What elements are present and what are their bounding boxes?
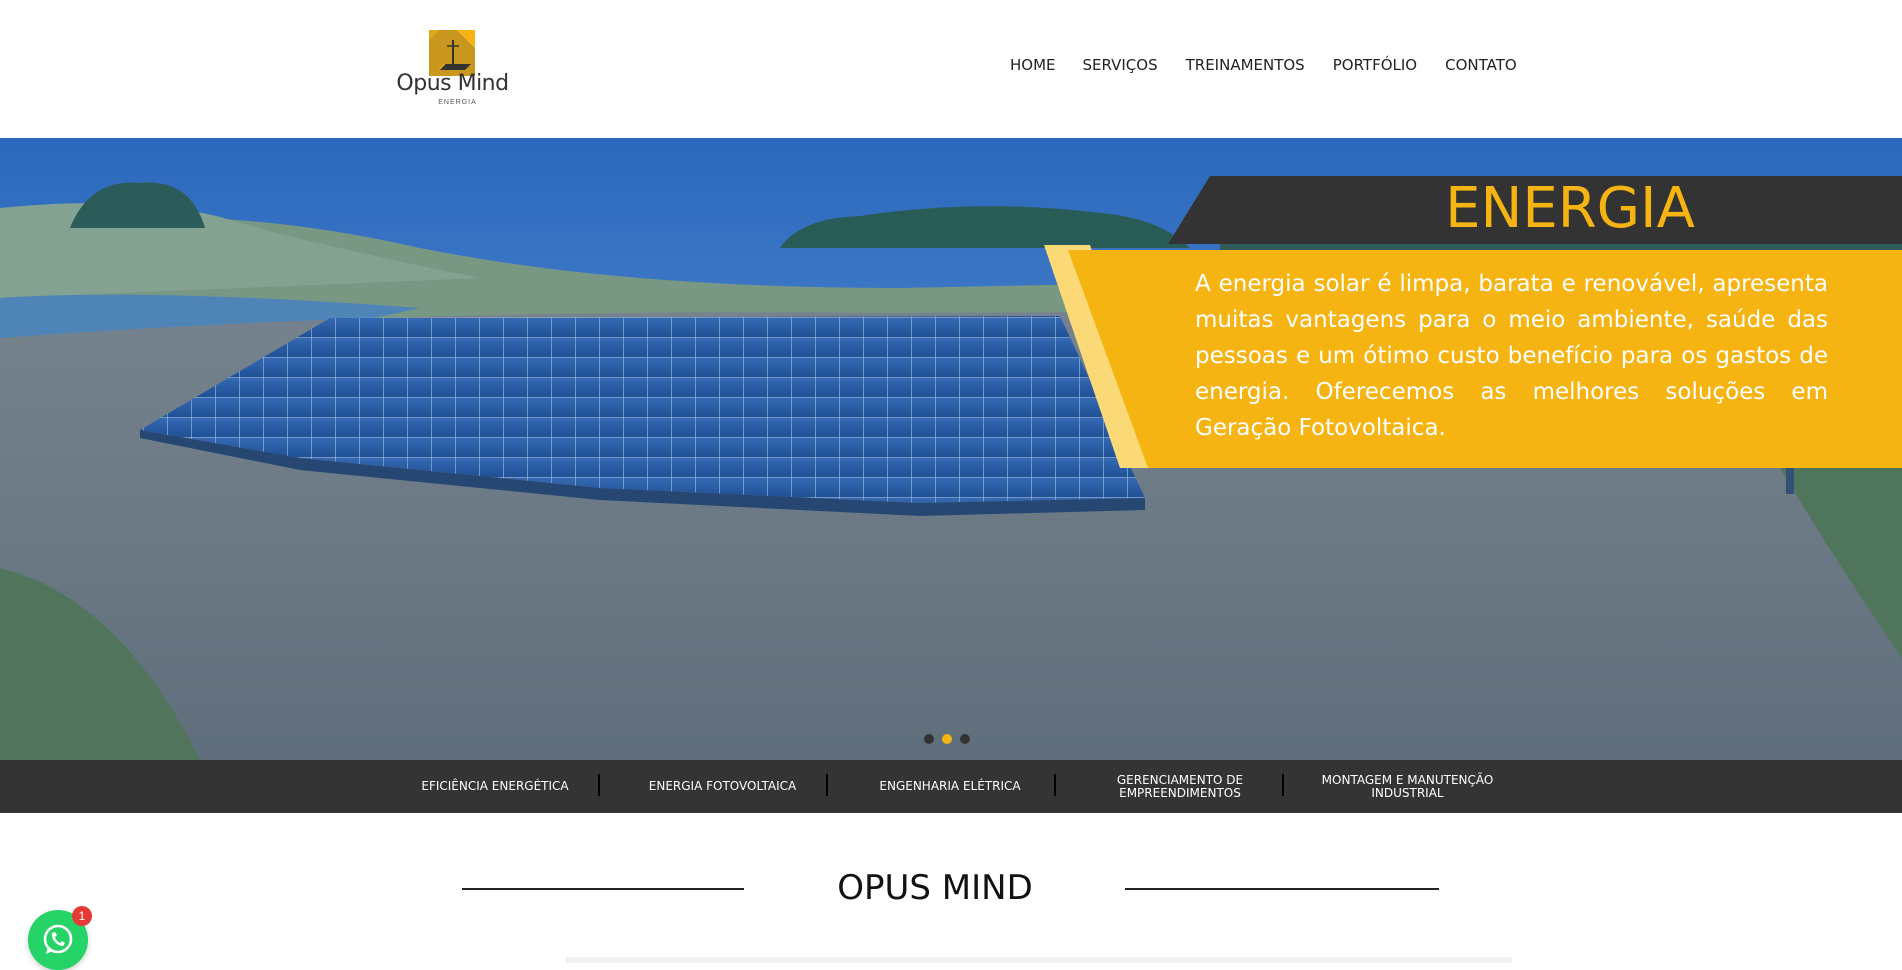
service-divider <box>1054 774 1056 796</box>
nav-home-label: HOME <box>1010 56 1056 74</box>
nav-portfolio[interactable]: PORTFÓLIO <box>1333 56 1417 74</box>
service-montagem-manutencao[interactable]: MONTAGEM E MANUTENÇÃO INDUSTRIAL <box>1310 760 1505 813</box>
slider-dots <box>924 734 978 744</box>
nav-home[interactable]: HOME <box>1000 54 1066 76</box>
whatsapp-notification-badge: 1 <box>72 906 92 926</box>
service-engenharia-eletrica[interactable]: ENGENHARIA ELÉTRICA <box>870 760 1030 813</box>
slider-dot-1[interactable] <box>924 734 934 744</box>
hero-text: A energia solar é limpa, barata e renová… <box>1195 271 1828 441</box>
about-title-line-right <box>1125 888 1439 890</box>
main-nav: HOME SERVIÇOS TREINAMENTOS PORTFÓLIO CON… <box>1000 54 1545 76</box>
about-content-strip <box>565 957 1512 963</box>
site-header: Opus Mind ENERGIA HOME SERVIÇOS TREINAME… <box>0 0 1902 138</box>
whatsapp-icon <box>43 924 73 954</box>
service-gerenciamento-empreendimentos[interactable]: GERENCIAMENTO DE EMPREENDIMENTOS <box>1100 760 1260 813</box>
service-energia-fotovoltaica[interactable]: ENERGIA FOTOVOLTAICA <box>640 760 805 813</box>
service-eficiencia-energetica[interactable]: EFICIÊNCIA ENERGÉTICA <box>415 760 575 813</box>
about-title-line-left <box>462 888 744 890</box>
service-divider <box>1282 774 1284 796</box>
nav-servicos[interactable]: SERVIÇOS <box>1083 56 1158 74</box>
hero-slider: ENERGIA A energia solar é limpa, barata … <box>0 138 1902 760</box>
about-title: OPUS MIND <box>837 868 1033 908</box>
logo-name: Opus Mind <box>396 71 509 96</box>
nav-contato[interactable]: CONTATO <box>1445 56 1517 74</box>
services-bar: EFICIÊNCIA ENERGÉTICA ENERGIA FOTOVOLTAI… <box>0 760 1902 813</box>
service-divider <box>826 774 828 796</box>
hero-heading: ENERGIA <box>1445 176 1695 241</box>
service-divider <box>598 774 600 796</box>
nav-treinamentos[interactable]: TREINAMENTOS <box>1186 56 1305 74</box>
slider-dot-3[interactable] <box>960 734 970 744</box>
slider-dot-2[interactable] <box>942 734 952 744</box>
logo-tagline: ENERGIA <box>438 99 477 106</box>
site-logo[interactable]: Opus Mind ENERGIA <box>390 26 515 111</box>
